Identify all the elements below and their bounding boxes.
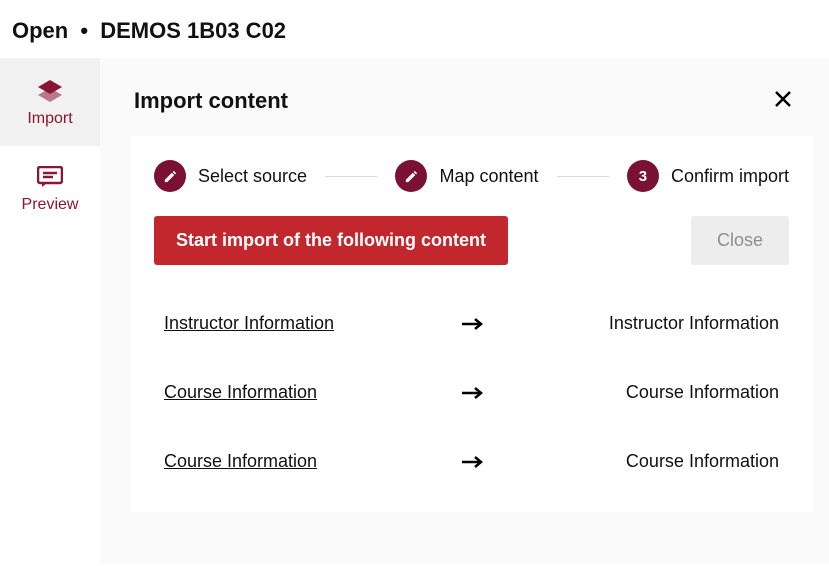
breadcrumb: Open • DEMOS 1B03 C02 [0,0,829,58]
close-icon [774,90,792,113]
content-area: Import content Select source [100,58,829,564]
step-label: Map content [439,166,538,187]
step-map-content[interactable]: Map content [395,160,538,192]
mapping-list: Instructor Information Instructor Inform… [154,289,789,496]
step-number-badge: 3 [627,160,659,192]
breadcrumb-separator: • [74,18,94,43]
message-icon [37,166,63,188]
arrow-right-icon [441,385,503,401]
step-confirm-import[interactable]: 3 Confirm import [627,160,789,192]
breadcrumb-course: DEMOS 1B03 C02 [100,18,286,43]
mapping-row: Instructor Information Instructor Inform… [154,289,789,358]
step-select-source[interactable]: Select source [154,160,307,192]
app-shell: Import Preview Import content [0,58,829,564]
mapping-source-link[interactable]: Course Information [164,451,410,472]
mapping-target: Course Information [533,382,779,403]
mapping-row: Course Information Course Information [154,427,789,496]
close-panel-button[interactable]: Close [691,216,789,265]
sidebar-item-preview[interactable]: Preview [0,146,100,232]
start-import-button[interactable]: Start import of the following content [154,216,508,265]
sidebar: Import Preview [0,58,100,564]
action-row: Start import of the following content Cl… [154,210,789,271]
pencil-icon [395,160,427,192]
page-title: Import content [134,88,288,114]
stepper: Select source Map content 3 Confirm impo… [154,160,789,210]
sidebar-item-label: Import [27,110,72,128]
sidebar-item-import[interactable]: Import [0,58,100,146]
breadcrumb-status: Open [12,18,68,43]
step-label: Select source [198,166,307,187]
step-connector [325,176,377,177]
mapping-target: Course Information [533,451,779,472]
pencil-icon [154,160,186,192]
import-panel: Select source Map content 3 Confirm impo… [130,136,813,512]
step-connector [557,176,609,177]
mapping-source-link[interactable]: Course Information [164,382,410,403]
mapping-row: Course Information Course Information [154,358,789,427]
mapping-source-link[interactable]: Instructor Information [164,313,410,334]
sidebar-item-label: Preview [22,196,79,214]
arrow-right-icon [441,316,503,332]
layers-icon [37,78,63,102]
close-button[interactable] [771,89,795,113]
step-label: Confirm import [671,166,789,187]
mapping-target: Instructor Information [533,313,779,334]
content-header: Import content [100,58,829,124]
arrow-right-icon [441,454,503,470]
